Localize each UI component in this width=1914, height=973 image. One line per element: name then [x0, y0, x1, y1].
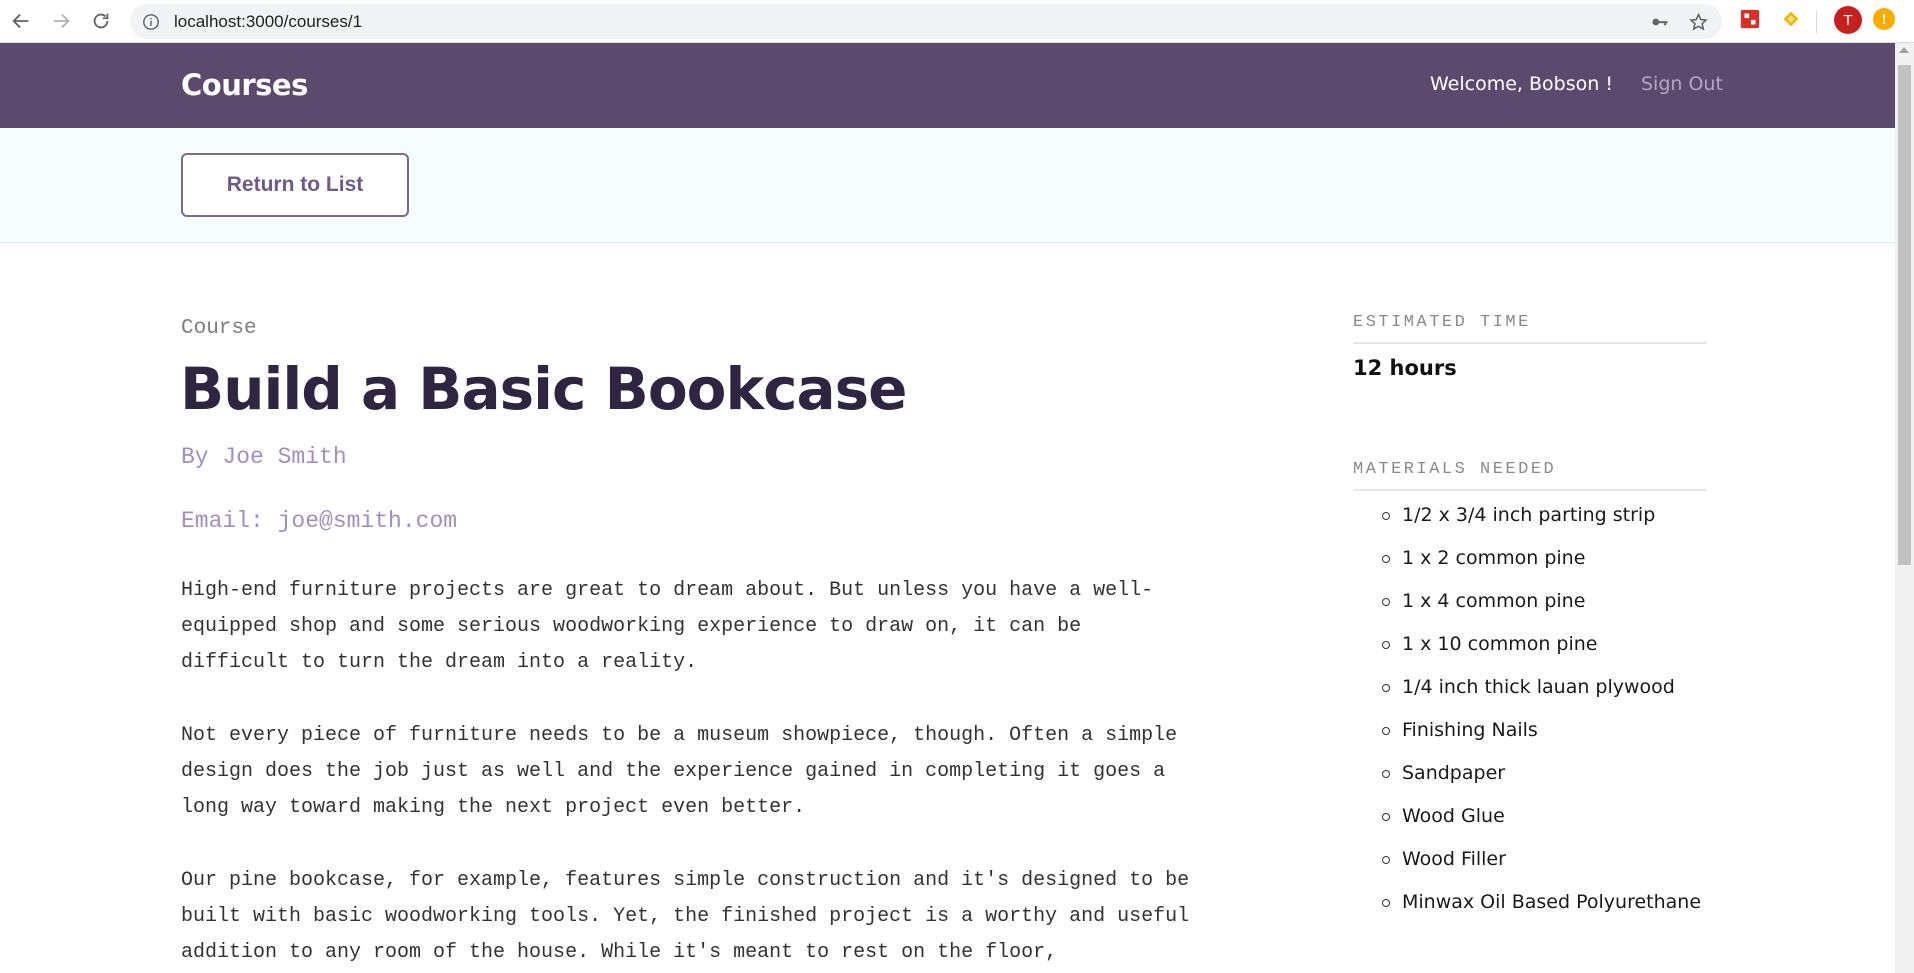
bookmark-star-icon[interactable] — [1686, 10, 1710, 34]
list-item: 1 x 10 common pine — [1382, 632, 1707, 656]
course-sidebar: ESTIMATED TIME 12 hours MATERIALS NEEDED… — [1353, 313, 1707, 933]
address-bar[interactable]: localhost:3000/courses/1 — [130, 4, 1722, 39]
materials-section: MATERIALS NEEDED 1/2 x 3/4 inch parting … — [1353, 460, 1707, 914]
welcome-message: Welcome, Bobson ! — [1430, 73, 1613, 95]
list-item: Finishing Nails — [1382, 718, 1707, 742]
course-label: Course — [181, 317, 257, 340]
extension-icon[interactable] — [1737, 6, 1763, 32]
actions-bar: Return to List — [0, 128, 1895, 243]
forward-arrow-icon[interactable] — [48, 8, 74, 34]
scroll-up-arrow-icon[interactable] — [1899, 47, 1909, 53]
reload-icon[interactable] — [88, 8, 114, 34]
brand-title[interactable]: Courses — [181, 68, 308, 102]
back-arrow-icon[interactable] — [8, 8, 34, 34]
course-author: By Joe Smith — [181, 444, 347, 470]
scrollbar-thumb[interactable] — [1898, 65, 1911, 565]
info-icon[interactable] — [142, 13, 160, 31]
list-item: Wood Filler — [1382, 847, 1707, 871]
profile-avatar[interactable]: T — [1834, 6, 1862, 34]
description-paragraph: Our pine bookcase, for example, features… — [181, 869, 1190, 964]
page-scrollbar[interactable] — [1895, 43, 1914, 973]
estimated-time-heading: ESTIMATED TIME — [1353, 313, 1707, 344]
key-icon[interactable] — [1648, 10, 1672, 34]
app-header: Courses Welcome, Bobson ! Sign Out — [0, 43, 1895, 128]
toolbar-divider — [1816, 10, 1817, 34]
course-detail: Course Build a Basic Bookcase By Joe Smi… — [0, 243, 1895, 973]
list-item: 1 x 2 common pine — [1382, 546, 1707, 570]
sign-out-link[interactable]: Sign Out — [1641, 73, 1723, 95]
course-author-email: Email: joe@smith.com — [181, 508, 458, 534]
list-item: Sandpaper — [1382, 761, 1707, 785]
list-item: 1/2 x 3/4 inch parting strip — [1382, 503, 1707, 527]
description-paragraph: Not every piece of furniture needs to be… — [181, 724, 1178, 819]
update-alert-icon[interactable]: ! — [1873, 8, 1895, 30]
extension-diamond-icon[interactable] — [1778, 6, 1804, 32]
materials-list: 1/2 x 3/4 inch parting strip 1 x 2 commo… — [1353, 503, 1707, 914]
list-item: Wood Glue — [1382, 804, 1707, 828]
materials-heading: MATERIALS NEEDED — [1353, 460, 1707, 491]
estimated-time-value: 12 hours — [1353, 356, 1457, 380]
list-item: Minwax Oil Based Polyurethane — [1382, 890, 1707, 914]
browser-toolbar: localhost:3000/courses/1 T ! — [0, 0, 1914, 43]
list-item: 1 x 4 common pine — [1382, 589, 1707, 613]
list-item: 1/4 inch thick lauan plywood — [1382, 675, 1707, 699]
url-text[interactable]: localhost:3000/courses/1 — [174, 12, 362, 32]
course-description: High-end furniture projects are great to… — [181, 573, 1191, 973]
return-to-list-button[interactable]: Return to List — [181, 153, 409, 217]
description-paragraph: High-end furniture projects are great to… — [181, 579, 1154, 674]
course-title: Build a Basic Bookcase — [180, 355, 907, 423]
